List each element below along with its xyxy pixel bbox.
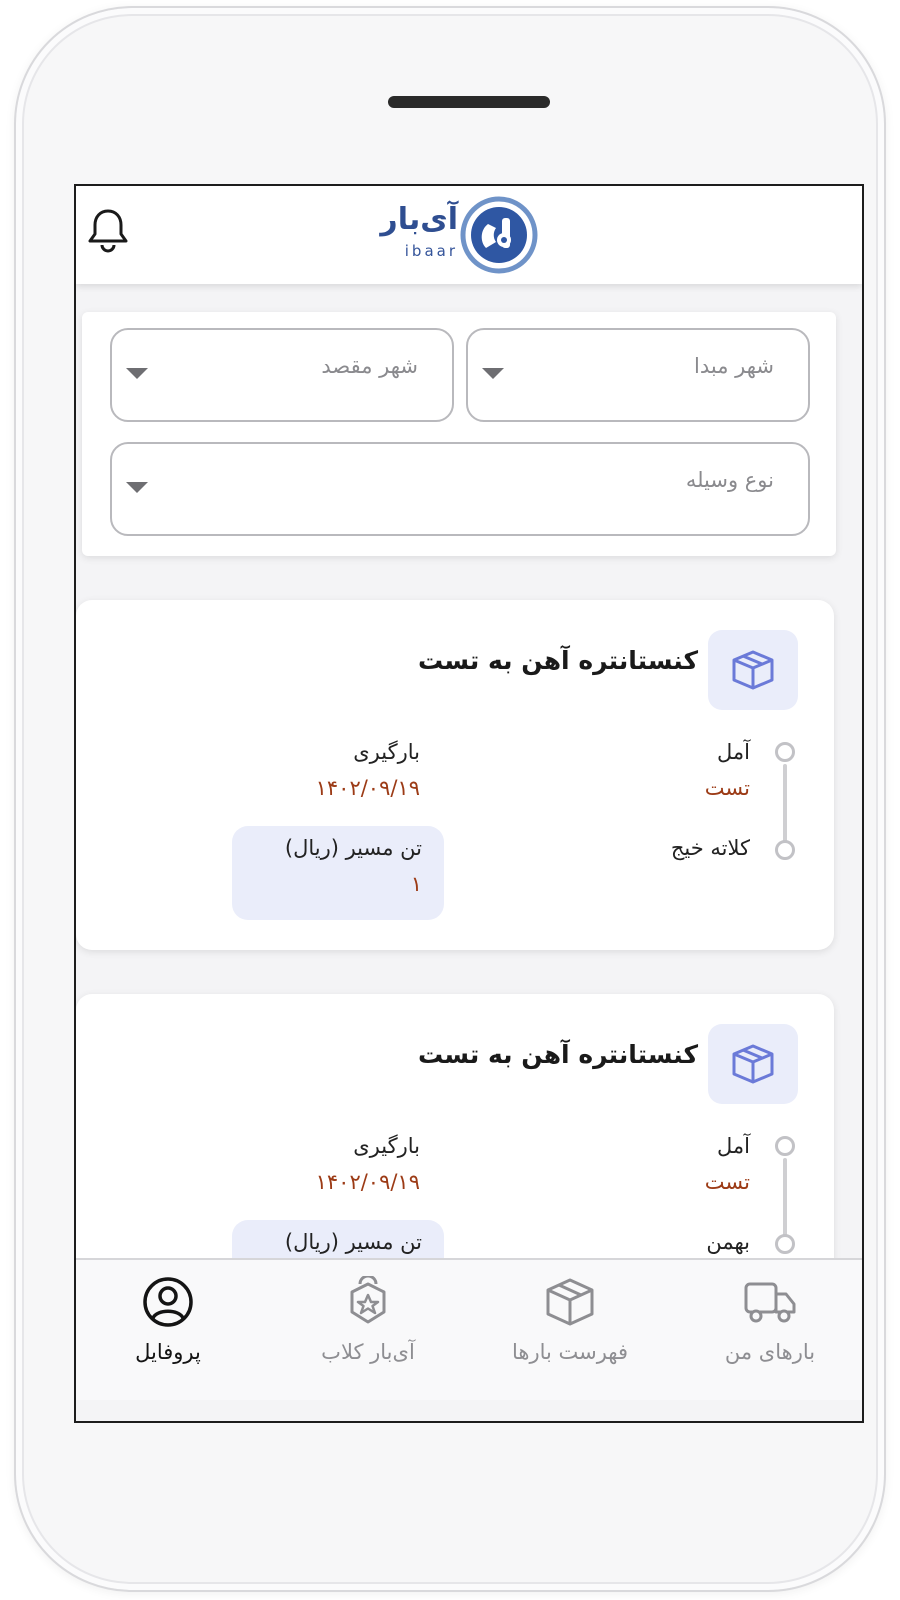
- destination-city-placeholder: شهر مقصد: [321, 354, 418, 378]
- destination-dot: [775, 840, 795, 860]
- vehicle-type-select[interactable]: نوع وسیله: [110, 442, 810, 536]
- nav-item-club[interactable]: آی‌بار کلاب: [268, 1276, 468, 1386]
- price-label: تن مسیر (ریال): [284, 1230, 422, 1254]
- cargo-box-icon: [708, 630, 798, 710]
- load-date: ۱۴۰۲/۰۹/۱۹: [315, 1170, 420, 1194]
- origin-city: آمل: [717, 1134, 750, 1158]
- app-bar: آی‌بار ibaar: [76, 186, 862, 284]
- profile-icon: [143, 1277, 193, 1327]
- nav-item-my-loads[interactable]: بارهای من: [670, 1276, 862, 1386]
- destination-city-select[interactable]: شهر مقصد: [110, 328, 454, 422]
- nav-item-profile[interactable]: پروفایل: [76, 1276, 268, 1386]
- caret-down-icon: [482, 368, 504, 379]
- load-label: بارگیری: [353, 740, 420, 764]
- destination-dot: [775, 1234, 795, 1254]
- logo-mark-icon: [460, 196, 538, 274]
- caret-down-icon: [126, 482, 148, 493]
- cargo-box-icon: [708, 1024, 798, 1104]
- nav-label-club: آی‌بار کلاب: [321, 1340, 415, 1364]
- phone-frame: آی‌بار ibaar شهر مبدا شهر مقصد: [14, 6, 886, 1592]
- nav-item-load-list[interactable]: فهرست بارها: [470, 1276, 670, 1386]
- logo-text-fa: آی‌بار: [380, 202, 458, 237]
- destination-city: کلاته خیج: [670, 836, 750, 860]
- price-badge: تن مسیر (ریال) ۱: [232, 826, 444, 920]
- origin-dot: [775, 1136, 795, 1156]
- bottom-navigation: بارهای من فهرست بارها آی‌بار کلاب: [76, 1258, 862, 1400]
- load-date: ۱۴۰۲/۰۹/۱۹: [315, 776, 420, 800]
- truck-icon: [744, 1282, 796, 1323]
- destination-city: بهمن: [706, 1230, 750, 1254]
- box-icon: [546, 1278, 594, 1326]
- phone-speaker: [388, 96, 550, 108]
- price-value: ۱: [410, 872, 422, 896]
- load-card[interactable]: کنستانتره آهن به تست آمل تست کلاته خیج ب…: [76, 600, 834, 950]
- origin-city-placeholder: شهر مبدا: [694, 354, 774, 378]
- nav-label-load-list: فهرست بارها: [511, 1340, 629, 1364]
- nav-label-profile: پروفایل: [135, 1340, 201, 1364]
- card-title: کنستانتره آهن به تست: [417, 1040, 698, 1069]
- club-badge-icon: [350, 1276, 386, 1324]
- price-label: تن مسیر (ریال): [284, 836, 422, 860]
- card-title: کنستانتره آهن به تست: [417, 646, 698, 675]
- load-label: بارگیری: [353, 1134, 420, 1158]
- app-logo: آی‌بار ibaar: [380, 194, 546, 274]
- notification-bell-icon[interactable]: [86, 206, 130, 254]
- origin-dot: [775, 742, 795, 762]
- nav-label-my-loads: بارهای من: [724, 1340, 816, 1364]
- app-screen: آی‌بار ibaar شهر مبدا شهر مقصد: [74, 184, 864, 1423]
- vehicle-type-placeholder: نوع وسیله: [685, 468, 774, 492]
- filters-panel: شهر مبدا شهر مقصد نوع وسیله: [82, 312, 836, 556]
- origin-city-select[interactable]: شهر مبدا: [466, 328, 810, 422]
- origin-city: آمل: [717, 740, 750, 764]
- caret-down-icon: [126, 368, 148, 379]
- origin-detail: تست: [704, 776, 750, 800]
- origin-detail: تست: [704, 1170, 750, 1194]
- logo-text-en: ibaar: [404, 242, 458, 260]
